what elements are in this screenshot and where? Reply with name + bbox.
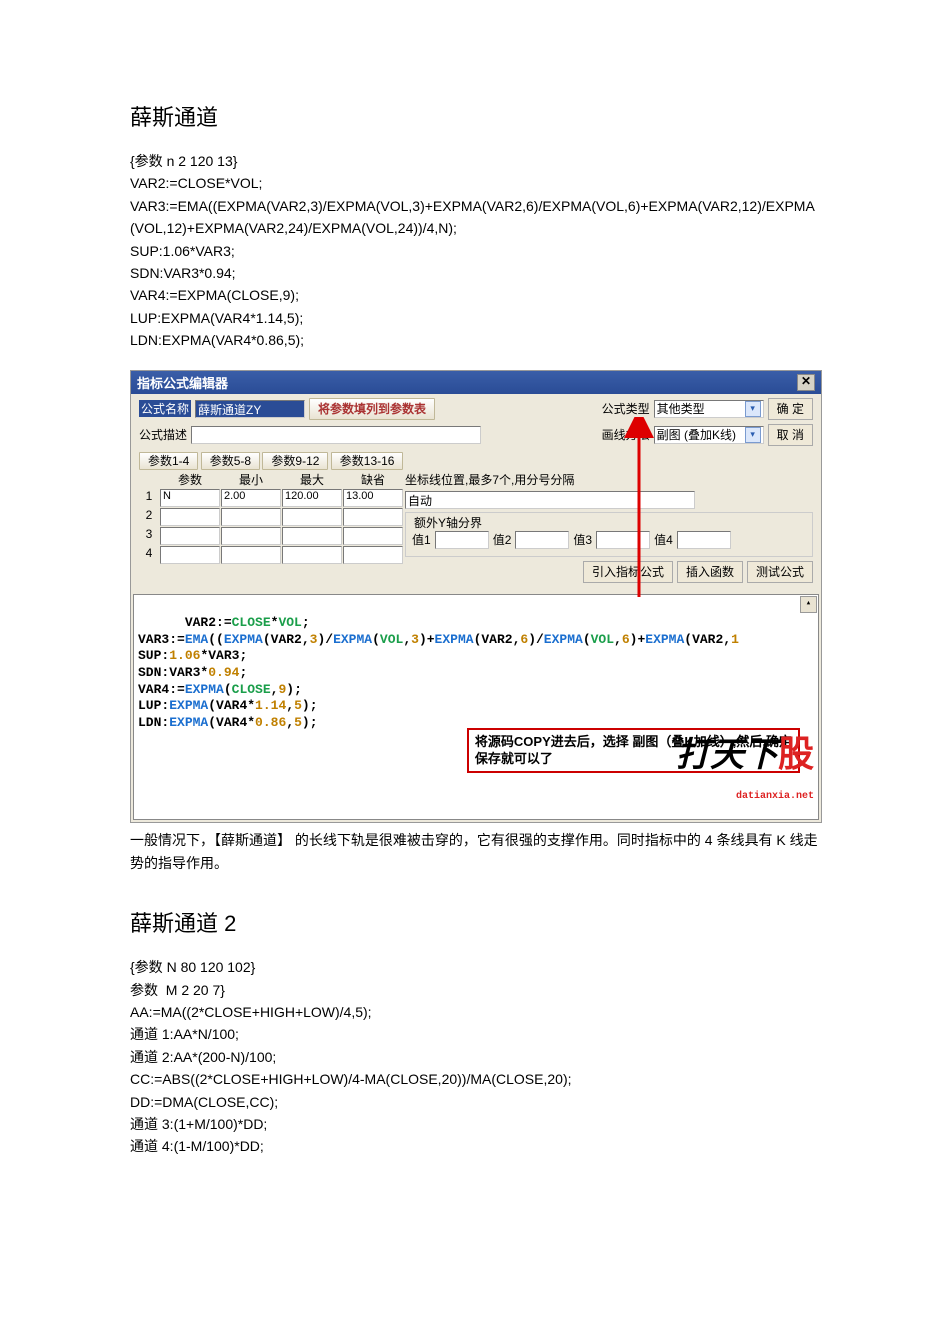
- param-name-input[interactable]: N: [160, 489, 220, 507]
- watermark-text: 打天下: [676, 737, 778, 774]
- name-label: 公式名称: [139, 400, 191, 417]
- chevron-down-icon: ▾: [745, 427, 761, 443]
- test-formula-button[interactable]: 测试公式: [747, 561, 813, 583]
- window-title: 指标公式编辑器: [137, 373, 228, 392]
- formula-desc-input[interactable]: [191, 426, 481, 444]
- tab-params-5-8[interactable]: 参数5-8: [201, 452, 260, 470]
- val4-input[interactable]: [677, 531, 731, 549]
- tab-params-1-4[interactable]: 参数1-4: [139, 452, 198, 470]
- tab-params-9-12[interactable]: 参数9-12: [262, 452, 328, 470]
- param-max-input[interactable]: [282, 546, 342, 564]
- extra-y-group: 额外Y轴分界: [412, 514, 484, 531]
- param-max-input[interactable]: 120.00: [282, 489, 342, 507]
- row-num: 4: [139, 546, 159, 564]
- formula-type-select[interactable]: 其他类型 ▾: [654, 400, 764, 418]
- col-min: 最小: [221, 471, 281, 488]
- heading-2: 薛斯通道 2: [130, 906, 820, 938]
- param-max-input[interactable]: [282, 527, 342, 545]
- tab-params-13-16[interactable]: 参数13-16: [331, 452, 404, 470]
- fill-params-button[interactable]: 将参数填列到参数表: [309, 398, 435, 420]
- code-block-1: {参数 n 2 120 13} VAR2:=CLOSE*VOL; VAR3:=E…: [130, 150, 820, 352]
- param-min-input[interactable]: [221, 546, 281, 564]
- axis-label: 坐标线位置,最多7个,用分号分隔: [405, 471, 574, 488]
- param-name-input[interactable]: [160, 546, 220, 564]
- col-max: 最大: [282, 471, 342, 488]
- param-def-input[interactable]: [343, 546, 403, 564]
- param-max-input[interactable]: [282, 508, 342, 526]
- val4-label: 值4: [654, 531, 673, 548]
- window-titlebar: 指标公式编辑器 ✕: [131, 371, 821, 394]
- chevron-down-icon: ▾: [745, 401, 761, 417]
- ok-button[interactable]: 确 定: [768, 398, 813, 420]
- watermark-gu: 股: [778, 736, 814, 777]
- param-min-input[interactable]: [221, 508, 281, 526]
- watermark-url: datianxia.net: [736, 791, 814, 802]
- val1-label: 值1: [412, 531, 431, 548]
- param-def-input[interactable]: [343, 527, 403, 545]
- param-table: 参数 最小 最大 缺省 1 N 2.00 120.00 13.00 2 3: [139, 471, 399, 564]
- param-min-input[interactable]: 2.00: [221, 489, 281, 507]
- watermark: 打天下股 datianxia.net: [614, 726, 814, 815]
- formula-name-input[interactable]: 薛斯通道ZY: [195, 400, 305, 418]
- paragraph-1: 一般情况下，【薛斯通道】 的长线下轨是很难被击穿的，它有很强的支撑作用。同时指标…: [130, 829, 820, 877]
- param-def-input[interactable]: [343, 508, 403, 526]
- row-num: 3: [139, 527, 159, 545]
- scroll-up-icon[interactable]: ▴: [800, 596, 817, 613]
- col-param: 参数: [160, 471, 220, 488]
- val2-label: 值2: [493, 531, 512, 548]
- val1-input[interactable]: [435, 531, 489, 549]
- type-value: 其他类型: [657, 400, 705, 417]
- row-num: 2: [139, 508, 159, 526]
- method-label: 画线方法: [602, 426, 650, 443]
- draw-method-select[interactable]: 副图 (叠加K线) ▾: [654, 426, 764, 444]
- code-block-2: {参数 N 80 120 102} 参数 M 2 20 7} AA:=MA((2…: [130, 956, 820, 1158]
- type-label: 公式类型: [602, 400, 650, 417]
- cancel-button[interactable]: 取 消: [768, 424, 813, 446]
- val3-label: 值3: [573, 531, 592, 548]
- val2-input[interactable]: [515, 531, 569, 549]
- formula-code-area[interactable]: ▴VAR2:=CLOSE*VOL; VAR3:=EMA((EXPMA(VAR2,…: [133, 594, 819, 820]
- insert-function-button[interactable]: 插入函数: [677, 561, 743, 583]
- val3-input[interactable]: [596, 531, 650, 549]
- col-def: 缺省: [343, 471, 403, 488]
- method-value: 副图 (叠加K线): [657, 426, 736, 443]
- close-icon[interactable]: ✕: [797, 374, 815, 391]
- row-num: 1: [139, 489, 159, 507]
- insert-indicator-button[interactable]: 引入指标公式: [583, 561, 673, 583]
- axis-input[interactable]: 自动: [405, 491, 695, 509]
- param-def-input[interactable]: 13.00: [343, 489, 403, 507]
- param-name-input[interactable]: [160, 527, 220, 545]
- formula-editor-window: 指标公式编辑器 ✕ 公式名称 薛斯通道ZY 将参数填列到参数表 公式类型 其他类…: [130, 370, 822, 823]
- heading-1: 薛斯通道: [130, 100, 820, 132]
- param-min-input[interactable]: [221, 527, 281, 545]
- desc-label: 公式描述: [139, 426, 187, 443]
- param-name-input[interactable]: [160, 508, 220, 526]
